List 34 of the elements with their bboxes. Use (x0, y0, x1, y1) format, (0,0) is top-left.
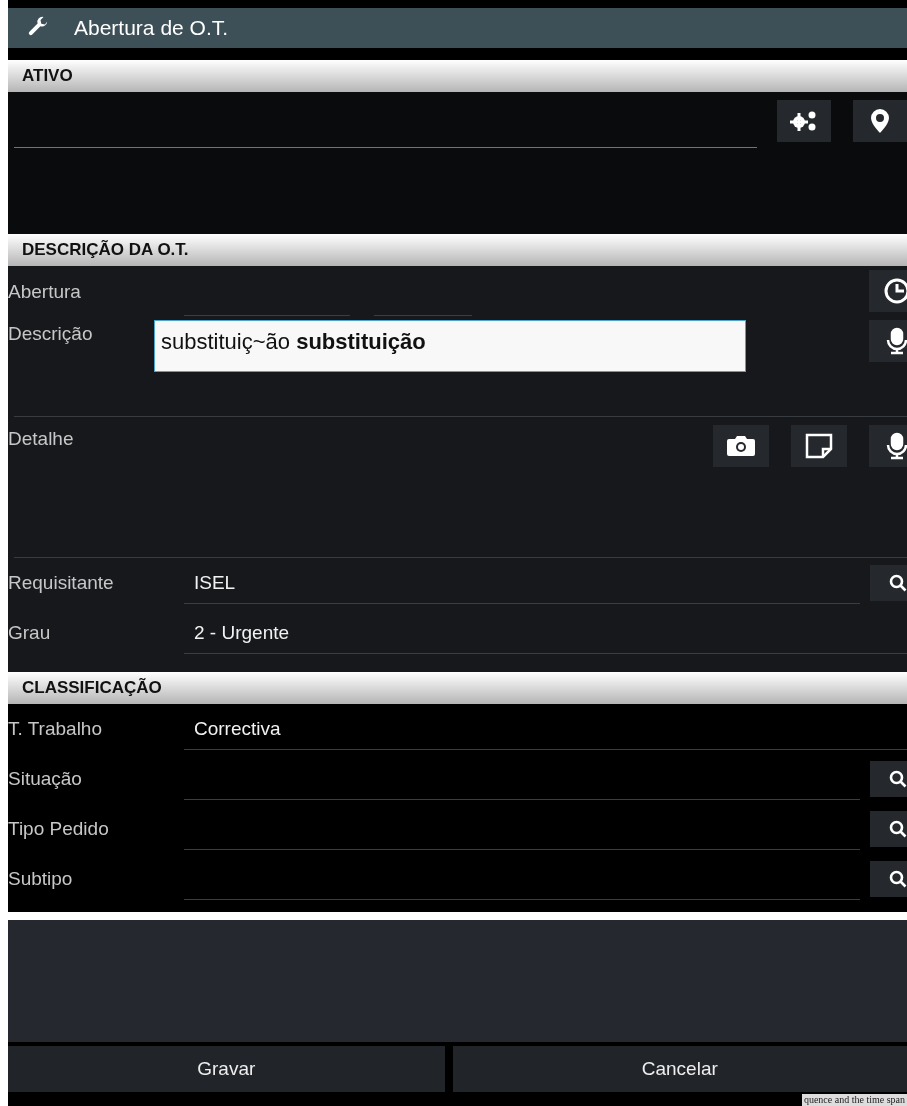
field-label: Abertura (8, 280, 82, 304)
background-text: quence and the time span (801, 1094, 907, 1106)
search-icon (889, 574, 907, 592)
note-icon (805, 433, 833, 459)
description-field[interactable]: substituiç~ão substituição (154, 320, 746, 372)
section-header: DESCRIÇÃO DA O.T. (8, 234, 907, 266)
window-title: Abertura de O.T. (74, 15, 229, 42)
search-icon (889, 870, 907, 888)
field-label: Descrição (8, 322, 94, 346)
input-field[interactable]: Correctiva (184, 708, 907, 750)
action-button[interactable]: Gravar (8, 1046, 445, 1092)
search-icon (889, 820, 907, 838)
field-label: T. Trabalho (8, 716, 103, 741)
field-label: Detalhe (8, 427, 75, 451)
note-button[interactable] (791, 425, 847, 467)
search-icon (889, 770, 907, 788)
section-header: ATIVO (8, 60, 907, 92)
input-field[interactable]: 2 - Urgente (184, 612, 907, 654)
settings-button[interactable] (776, 100, 831, 142)
input-field[interactable]: ISEL (184, 562, 860, 604)
field-label: Tipo Pedido (8, 816, 110, 841)
clock-icon (883, 277, 907, 305)
field-label: Grau (8, 620, 52, 645)
field-label: Subtipo (8, 866, 74, 891)
microphone-icon (886, 432, 907, 460)
action-button[interactable]: Cancelar (452, 1046, 907, 1092)
microphone-icon (886, 327, 907, 355)
field-label: Requisitante (8, 570, 115, 595)
location-button[interactable] (852, 100, 907, 142)
location-pin-icon (870, 109, 889, 133)
section-header: CLASSIFICAÇÃO (8, 672, 907, 704)
field-label: Situação (8, 766, 83, 791)
camera-button[interactable] (713, 425, 769, 467)
camera-icon (726, 434, 756, 458)
